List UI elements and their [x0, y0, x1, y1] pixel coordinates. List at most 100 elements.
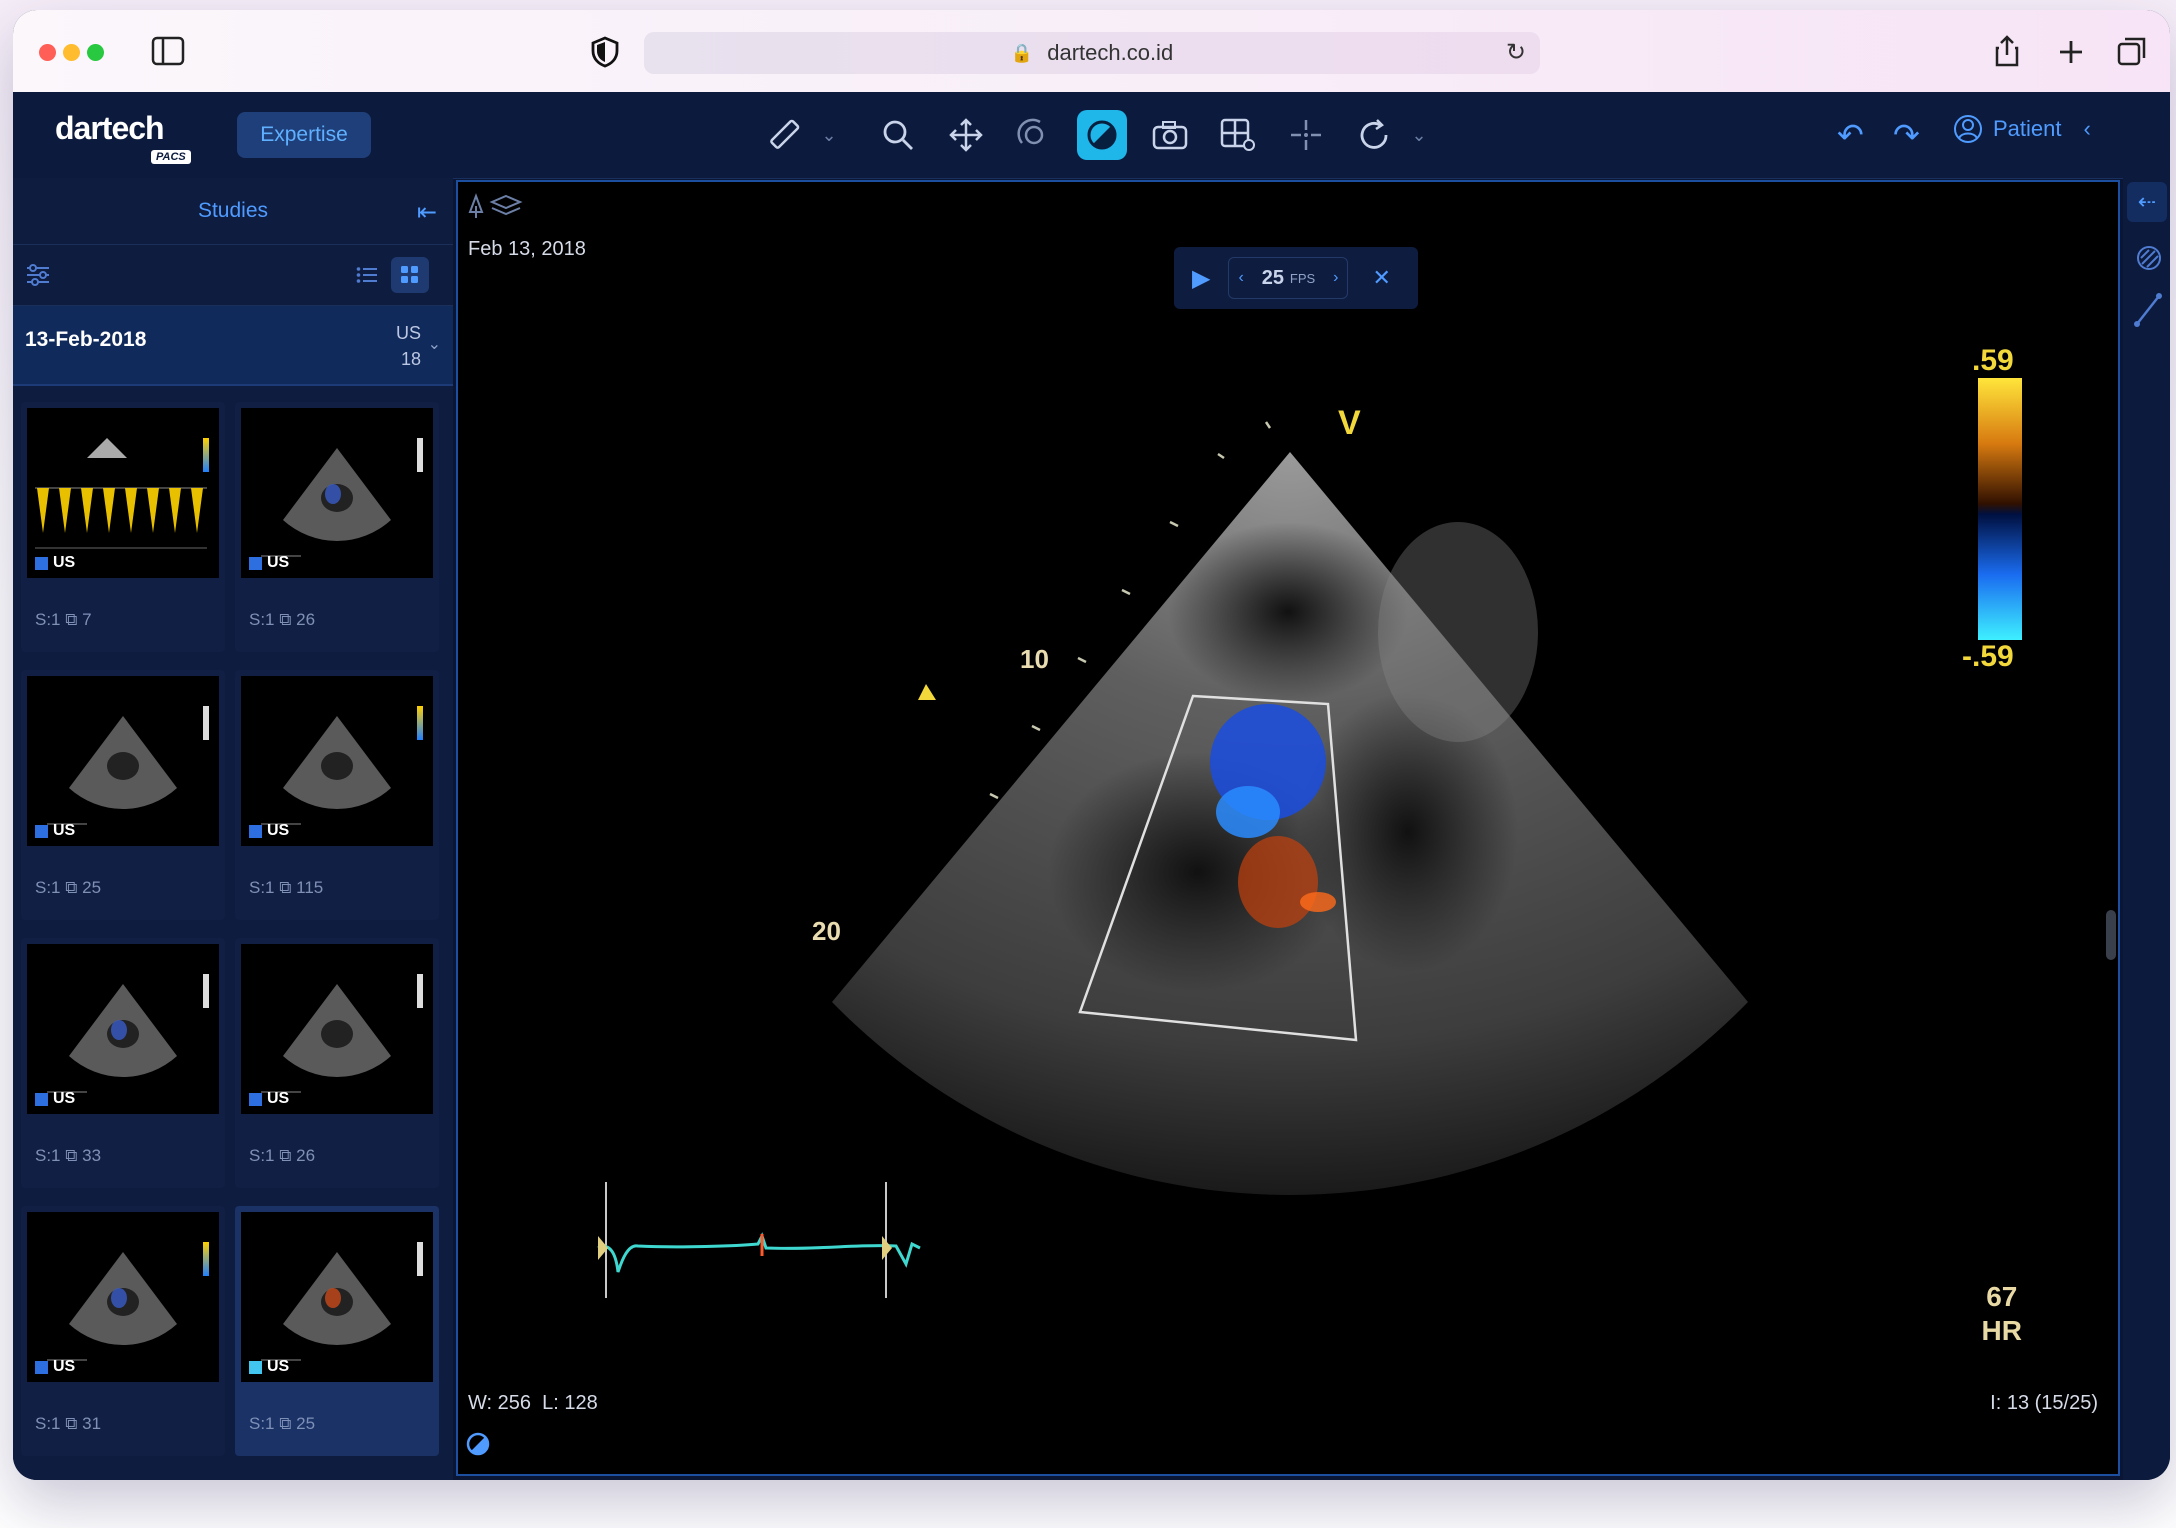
- reset-dropdown-icon[interactable]: ⌄: [1409, 110, 1429, 160]
- modality-badge: US: [249, 1090, 289, 1108]
- crosshair-icon[interactable]: [1281, 110, 1331, 160]
- layout-settings-icon[interactable]: [1213, 110, 1263, 160]
- frames-icon: ⧉: [65, 1146, 78, 1165]
- window-level-icon[interactable]: [1077, 110, 1127, 160]
- sidebar-header: Studies ⇤: [13, 178, 453, 245]
- modality-badge: US: [35, 1090, 75, 1108]
- modality-badge: US: [249, 1358, 289, 1376]
- orientation-marker: V: [1338, 404, 1361, 442]
- ruler-icon[interactable]: [759, 110, 809, 160]
- right-rail: ⇠: [2123, 178, 2170, 1480]
- series-meta: S:1 ⧉ 115: [249, 878, 324, 897]
- user-icon: [1954, 115, 1982, 143]
- series-thumbnail[interactable]: US S:1 ⧉ 115: [235, 670, 439, 920]
- pan-icon[interactable]: [941, 110, 991, 160]
- thumbnail-image: [27, 676, 219, 846]
- chevron-down-icon: ⌄: [427, 336, 441, 353]
- reset-icon[interactable]: [1349, 110, 1399, 160]
- scale-bottom-value: -.59: [1962, 640, 2014, 673]
- scale-top-value: .59: [1972, 344, 2014, 377]
- lock-icon: 🔒: [1010, 42, 1034, 63]
- patient-label: Patient: [1993, 116, 2062, 141]
- study-date: 13-Feb-2018: [25, 328, 147, 351]
- thumbnail-image: [241, 408, 433, 578]
- series-thumbnail[interactable]: US S:1 ⧉ 26: [235, 938, 439, 1188]
- dartech-logo: dartech PACS: [55, 110, 191, 164]
- sidebar-tools: [13, 245, 453, 306]
- expertise-button[interactable]: Expertise: [237, 112, 371, 158]
- frames-icon: ⧉: [279, 610, 292, 629]
- series-meta: S:1 ⧉ 25: [249, 1414, 316, 1433]
- sidebar-toggle-icon[interactable]: [151, 36, 185, 66]
- collapse-sidebar-icon[interactable]: ⇤: [417, 198, 437, 227]
- thumbnail-image: [241, 676, 433, 846]
- series-thumbnail[interactable]: US S:1 ⧉ 33: [21, 938, 225, 1188]
- ruler-dropdown-icon[interactable]: ⌄: [819, 110, 839, 160]
- browser-window: 🔒 dartech.co.id ↻ dartech PACS Expertise …: [13, 10, 2170, 1480]
- color-scale-bar: [1978, 378, 2022, 640]
- depth-label-10: 10: [1020, 644, 1049, 674]
- studies-sidebar: Studies ⇤ 13-Feb-2018 US 18 ⌄ US S:1 ⧉ 7 US…: [13, 178, 453, 1480]
- modality-badge: US: [249, 554, 289, 572]
- depth-label-20: 20: [812, 916, 841, 946]
- frames-icon: ⧉: [65, 878, 78, 897]
- series-thumbnail[interactable]: US S:1 ⧉ 25: [21, 670, 225, 920]
- reload-icon[interactable]: ↻: [1506, 38, 1526, 67]
- series-meta: S:1 ⧉ 33: [35, 1146, 102, 1165]
- series-meta: S:1 ⧉ 26: [249, 1146, 316, 1165]
- series-thumbnail[interactable]: US S:1 ⧉ 31: [21, 1206, 225, 1456]
- chevron-left-icon: ‹: [2083, 116, 2091, 141]
- shield-icon[interactable]: [591, 36, 619, 68]
- frames-icon: ⧉: [279, 878, 292, 897]
- image-index: I: 13 (15/25): [1990, 1392, 2098, 1414]
- thumbnail-image: [27, 1212, 219, 1382]
- thumbnail-image: [241, 944, 433, 1114]
- frames-icon: ⧉: [65, 1414, 78, 1433]
- modality-badge: US: [35, 822, 75, 840]
- url-text: dartech.co.id: [1047, 40, 1174, 65]
- browser-chrome: 🔒 dartech.co.id ↻: [13, 10, 2170, 93]
- frames-icon: ⧉: [279, 1414, 292, 1433]
- modality-badge: US: [35, 554, 75, 572]
- grid-view-icon[interactable]: [391, 257, 429, 293]
- rotate-3d-icon[interactable]: [1009, 110, 1059, 160]
- series-meta: S:1 ⧉ 31: [35, 1414, 102, 1433]
- study-group[interactable]: 13-Feb-2018 US 18 ⌄: [13, 306, 453, 386]
- sidebar-title: Studies: [197, 199, 269, 222]
- list-view-icon[interactable]: [349, 257, 385, 293]
- redo-icon[interactable]: ↷: [1893, 116, 1920, 154]
- viewport-scrollbar[interactable]: [2106, 910, 2116, 960]
- heart-rate: 67 HR: [1981, 1281, 2022, 1346]
- image-viewport[interactable]: Feb 13, 2018 ▶ ‹ 25 FPS › ✕ V 10 20 .59 …: [456, 180, 2120, 1476]
- thumbnail-image: [241, 1212, 433, 1382]
- filter-icon[interactable]: [25, 263, 51, 287]
- ecg-trace: [597, 1182, 921, 1298]
- new-tab-icon[interactable]: [2057, 38, 2085, 66]
- address-bar[interactable]: 🔒 dartech.co.id ↻: [644, 32, 1540, 74]
- zoom-icon[interactable]: [873, 110, 923, 160]
- zoom-dot[interactable]: [87, 44, 104, 61]
- modality-badge: US: [249, 822, 289, 840]
- ultrasound-image: [466, 378, 2022, 1456]
- window-level-readout: W: 256 L: 128: [468, 1392, 598, 1414]
- expand-panel-icon[interactable]: ⇠: [2127, 182, 2167, 222]
- focus-marker: [918, 684, 936, 700]
- undo-icon[interactable]: ↶: [1837, 116, 1864, 154]
- series-thumbnail[interactable]: US S:1 ⧉ 26: [235, 402, 439, 652]
- measure-line-icon[interactable]: [2133, 292, 2163, 328]
- series-thumbnail[interactable]: US S:1 ⧉ 7: [21, 402, 225, 652]
- series-meta: S:1 ⧉ 26: [249, 610, 316, 629]
- thumbnail-image: [27, 408, 219, 578]
- close-dot[interactable]: [39, 44, 56, 61]
- app-toolbar: dartech PACS Expertise ⌄ ⌄ ↶ ↷ Patient ‹: [13, 92, 2170, 179]
- study-meta: US 18: [395, 323, 421, 369]
- share-icon[interactable]: [1993, 34, 2021, 68]
- patient-panel-toggle[interactable]: Patient ‹: [1953, 114, 2091, 144]
- tabs-overview-icon[interactable]: [2117, 36, 2147, 66]
- series-thumbnail[interactable]: US S:1 ⧉ 25: [235, 1206, 439, 1456]
- minimize-dot[interactable]: [63, 44, 80, 61]
- camera-icon[interactable]: [1145, 110, 1195, 160]
- frames-icon: ⧉: [65, 610, 78, 629]
- modality-badge: US: [35, 1358, 75, 1376]
- annotation-icon[interactable]: [2135, 244, 2163, 272]
